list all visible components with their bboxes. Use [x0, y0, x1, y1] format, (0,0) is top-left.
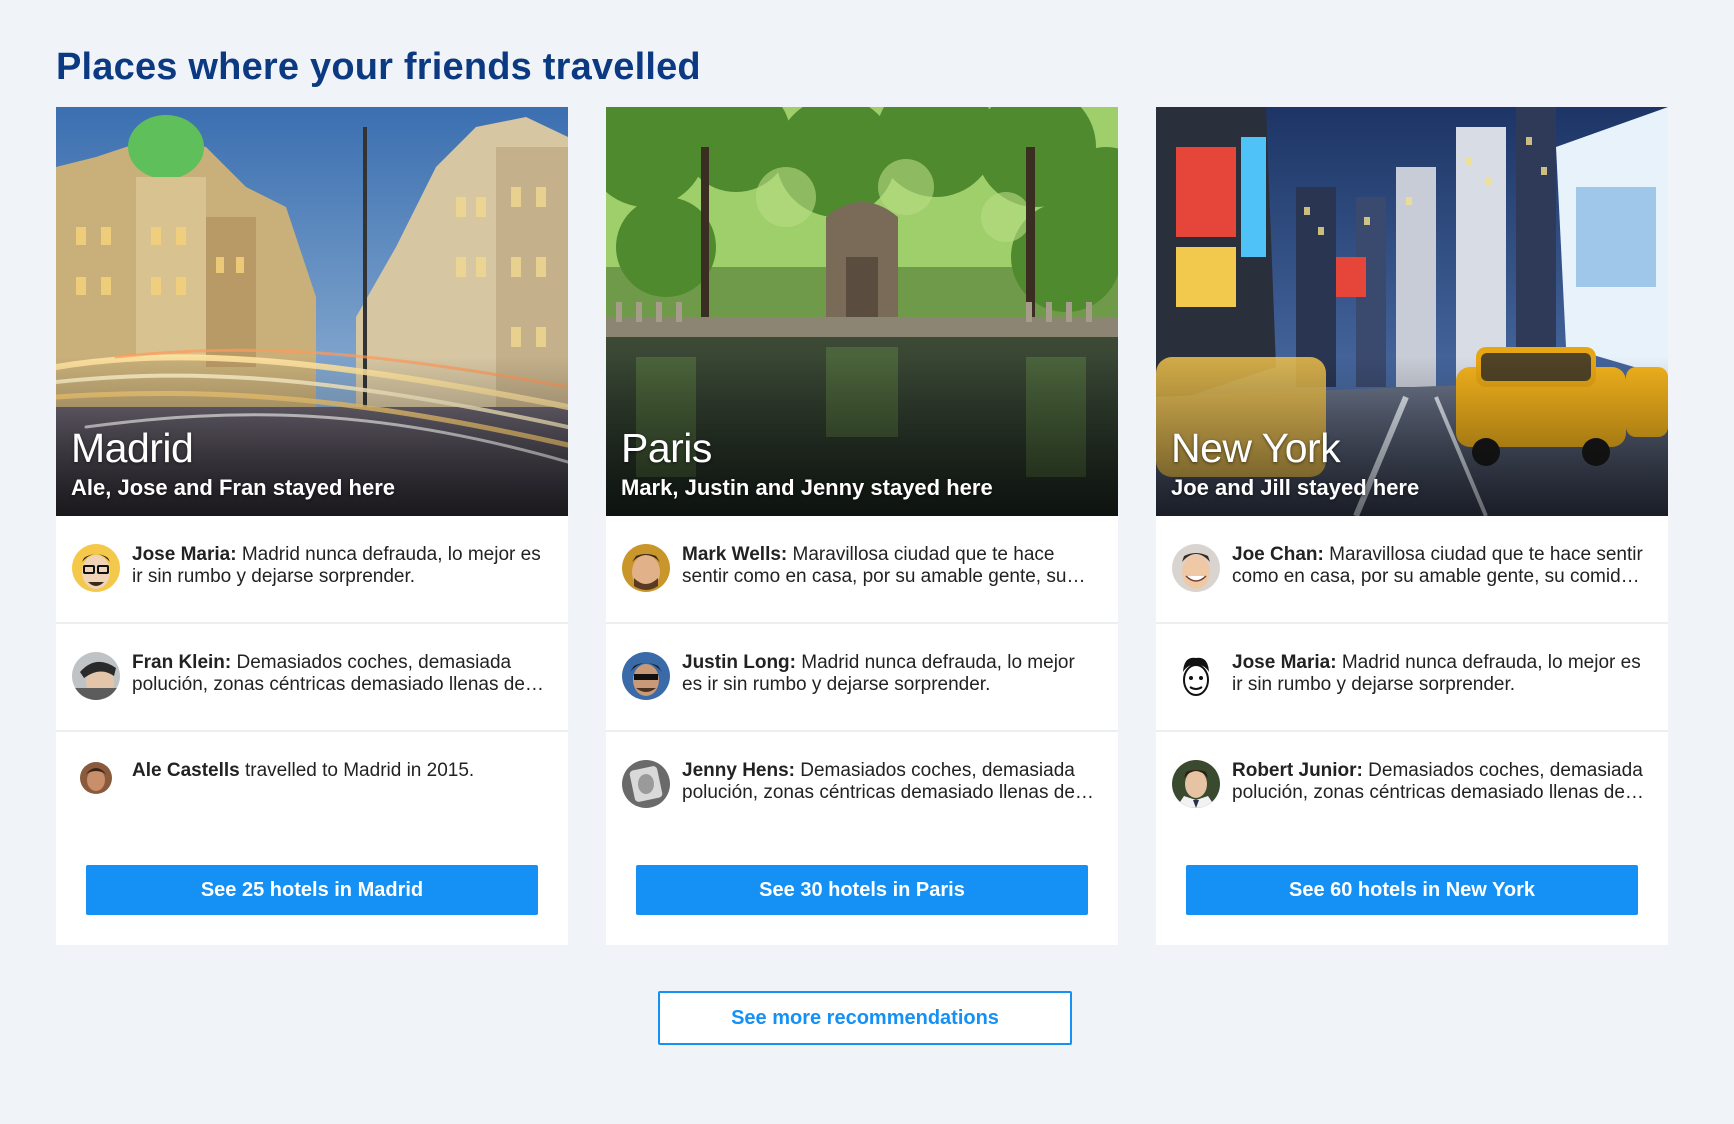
avatar: [1172, 652, 1220, 700]
reviewer-name: Justin Long:: [682, 652, 796, 673]
review-text: Jose Maria: Madrid nunca defrauda, lo me…: [1232, 652, 1647, 696]
see-hotels-button[interactable]: See 30 hotels in Paris: [636, 865, 1088, 915]
review-text: Joe Chan: Maravillosa ciudad que te hace…: [1232, 544, 1647, 588]
reviewer-name: Joe Chan:: [1232, 544, 1324, 565]
city-stayed-summary: Mark, Justin and Jenny stayed here: [621, 475, 993, 500]
review-text: Robert Junior: Demasiados coches, demasi…: [1232, 760, 1647, 804]
city-card-new-york[interactable]: New York Joe and Jill stayed here Joe Ch…: [1156, 107, 1668, 945]
review-item: Jose Maria: Madrid nunca defrauda, lo me…: [56, 516, 568, 624]
review-text: Jose Maria: Madrid nunca defrauda, lo me…: [132, 544, 547, 588]
city-photo-paris[interactable]: Paris Mark, Justin and Jenny stayed here: [606, 107, 1118, 516]
city-card-paris[interactable]: Paris Mark, Justin and Jenny stayed here…: [606, 107, 1118, 945]
city-card-madrid[interactable]: Madrid Ale, Jose and Fran stayed here Jo…: [56, 107, 568, 945]
reviewer-name: Jose Maria:: [1232, 652, 1337, 673]
review-item: Fran Klein: Demasiados coches, demasiada…: [56, 624, 568, 732]
reviewer-name: Mark Wells:: [682, 544, 788, 565]
avatar: [1172, 544, 1220, 592]
city-name: New York: [1171, 425, 1341, 471]
city-photo-madrid[interactable]: Madrid Ale, Jose and Fran stayed here: [56, 107, 568, 516]
city-stayed-summary: Ale, Jose and Fran stayed here: [71, 475, 396, 500]
avatar: [622, 760, 670, 808]
friends-places-section: Places where your friends travelled Madr…: [0, 0, 1734, 1124]
see-more-recommendations-button[interactable]: See more recommendations: [658, 991, 1072, 1045]
avatar: [72, 652, 120, 700]
reviewer-name: Ale Castells: [132, 760, 240, 781]
reviewer-name: Jose Maria:: [132, 544, 237, 565]
avatar: [1172, 760, 1220, 808]
review-text: Jenny Hens: Demasiados coches, demasiada…: [682, 760, 1097, 804]
city-name: Madrid: [71, 425, 194, 471]
reviewer-name: Robert Junior:: [1232, 760, 1363, 781]
city-stayed-summary: Joe and Jill stayed here: [1171, 475, 1420, 500]
review-item: Ale Castells travelled to Madrid in 2015…: [56, 732, 568, 840]
reviewer-name: Jenny Hens:: [682, 760, 795, 781]
review-item: Joe Chan: Maravillosa ciudad que te hace…: [1156, 516, 1668, 624]
avatar: [72, 544, 120, 592]
review-item: Justin Long: Madrid nunca defrauda, lo m…: [606, 624, 1118, 732]
reviewer-name: Fran Klein:: [132, 652, 232, 673]
review-text: Ale Castells travelled to Madrid in 2015…: [132, 760, 547, 782]
avatar: [622, 544, 670, 592]
avatar: [80, 762, 112, 794]
city-photo-new-york[interactable]: New York Joe and Jill stayed here: [1156, 107, 1668, 516]
review-text: Justin Long: Madrid nunca defrauda, lo m…: [682, 652, 1097, 696]
review-body: travelled to Madrid in 2015.: [239, 760, 475, 781]
section-title: Places where your friends travelled: [56, 46, 701, 88]
see-hotels-button[interactable]: See 25 hotels in Madrid: [86, 865, 538, 915]
review-text: Fran Klein: Demasiados coches, demasiada…: [132, 652, 547, 696]
see-hotels-button[interactable]: See 60 hotels in New York: [1186, 865, 1638, 915]
review-item: Jenny Hens: Demasiados coches, demasiada…: [606, 732, 1118, 840]
review-item: Jose Maria: Madrid nunca defrauda, lo me…: [1156, 624, 1668, 732]
review-item: Mark Wells: Maravillosa ciudad que te ha…: [606, 516, 1118, 624]
review-item: Robert Junior: Demasiados coches, demasi…: [1156, 732, 1668, 840]
review-text: Mark Wells: Maravillosa ciudad que te ha…: [682, 544, 1097, 588]
city-name: Paris: [621, 425, 712, 471]
avatar: [622, 652, 670, 700]
